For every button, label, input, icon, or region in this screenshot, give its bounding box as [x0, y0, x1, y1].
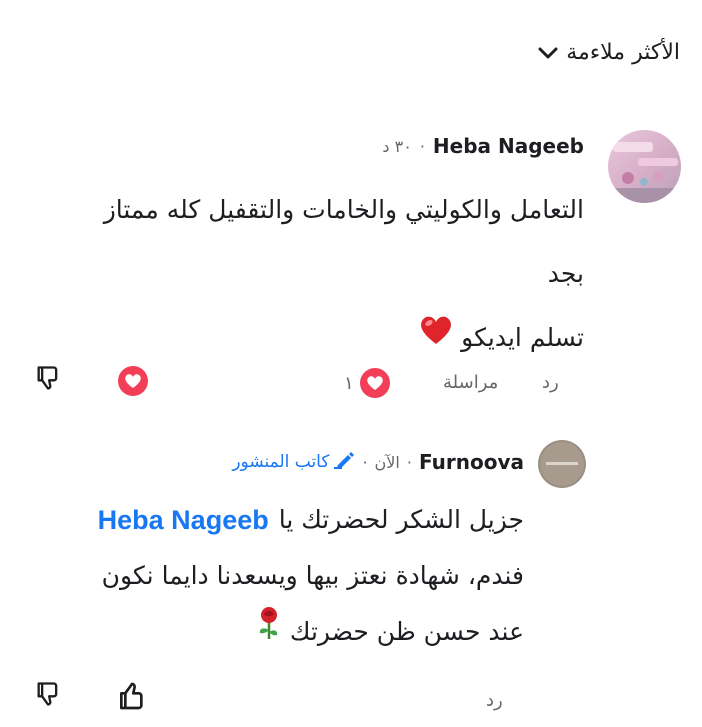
comment-time: الآن	[374, 452, 400, 472]
reply-button[interactable]: رد	[486, 690, 503, 711]
comment-line: التعامل والكوليتي والخامات والتقفيل كله …	[103, 195, 584, 224]
separator-dot: ·	[419, 136, 425, 156]
comment-line: تسلم ايديكو	[461, 323, 584, 352]
reply-button[interactable]: رد	[542, 372, 559, 393]
rose-emoji-icon	[256, 604, 282, 660]
author-badge-label: كاتب المنشور	[232, 452, 330, 472]
sort-label: الأكثر ملاءمة	[566, 40, 680, 65]
love-reaction-icon	[118, 366, 148, 396]
dislike-button[interactable]	[34, 680, 62, 712]
love-react-button[interactable]	[118, 366, 148, 396]
mention-link[interactable]: Heba Nageeb	[98, 492, 269, 548]
comment-line: فندم، شهادة نعتز بيها ويسعدنا دايما نكون	[101, 561, 524, 590]
thumbs-down-icon	[34, 366, 62, 396]
avatar[interactable]	[538, 440, 586, 488]
author-badge: كاتب المنشور	[232, 451, 355, 474]
comment-author[interactable]: Heba Nageeb	[433, 134, 584, 158]
comment-time: ٣٠ د	[382, 136, 412, 156]
separator-dot: ·	[362, 452, 368, 472]
reaction-count: ١	[344, 372, 354, 394]
comment-line: بجد	[547, 259, 584, 288]
chevron-down-icon	[538, 46, 558, 60]
thumbs-up-icon	[116, 682, 148, 716]
like-button[interactable]	[116, 680, 148, 716]
comment-line: جزيل الشكر لحضرتك يا	[278, 505, 524, 534]
separator-dot: ·	[406, 452, 412, 472]
comment-body: التعامل والكوليتي والخامات والتقفيل كله …	[24, 178, 584, 370]
heart-emoji-icon	[419, 306, 453, 370]
thumbs-down-icon	[34, 682, 62, 712]
love-reaction-icon	[359, 368, 390, 398]
dislike-button[interactable]	[34, 364, 62, 396]
sort-dropdown[interactable]: الأكثر ملاءمة	[538, 40, 680, 65]
avatar[interactable]	[608, 130, 681, 203]
comment-author[interactable]: Furnoova	[419, 450, 524, 474]
comment-body: جزيل الشكر لحضرتك يا Heba Nageeb فندم، ش…	[24, 492, 524, 660]
message-button[interactable]: مراسلة	[443, 372, 498, 393]
reaction-summary[interactable]: ١	[344, 368, 390, 398]
comment-line: عند حسن ظن حضرتك	[289, 617, 524, 646]
pencil-icon	[333, 451, 355, 474]
